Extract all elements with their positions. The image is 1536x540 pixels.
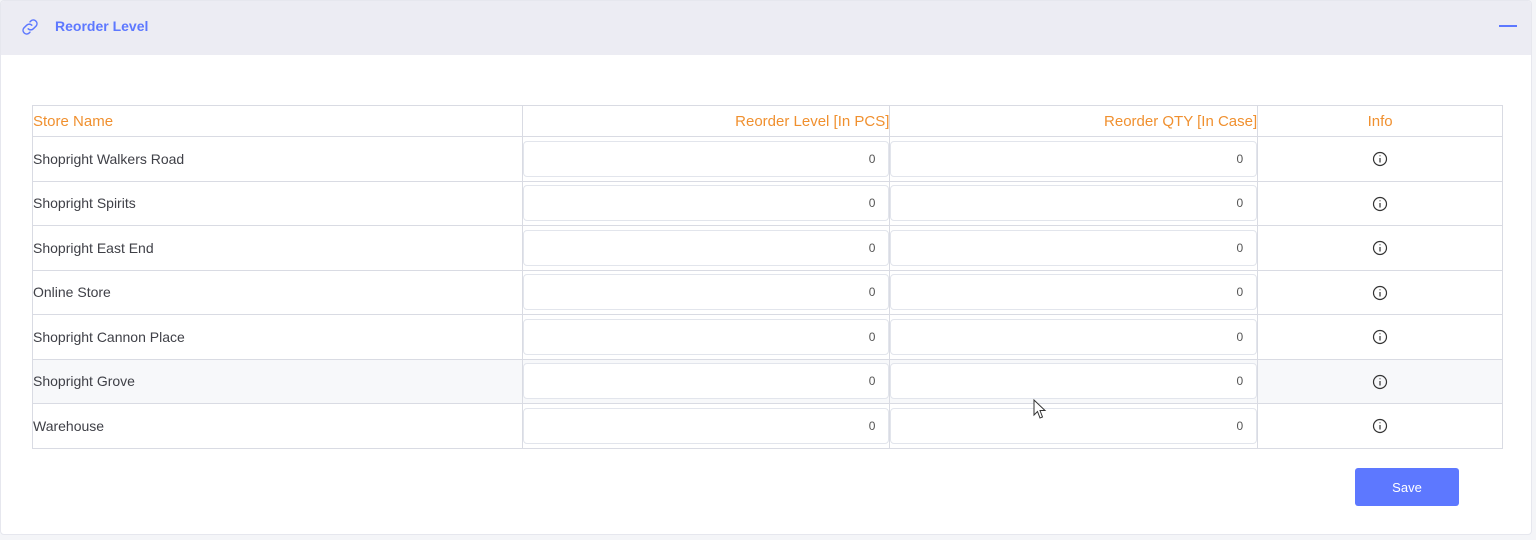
reorder-level-input[interactable] xyxy=(522,274,890,311)
store-name: Shopright Walkers Road xyxy=(32,136,523,182)
reorder-level-input[interactable] xyxy=(522,185,890,222)
reorder-qty-input[interactable] xyxy=(890,274,1258,311)
mouse-cursor-icon xyxy=(1033,399,1047,419)
reorder-qty-input[interactable] xyxy=(890,229,1258,266)
info-circle-icon[interactable] xyxy=(1372,151,1388,167)
header-info: Info xyxy=(1257,105,1503,137)
store-name: Online Store xyxy=(32,269,523,315)
reorder-level-input[interactable] xyxy=(522,407,890,444)
reorder-qty-input[interactable] xyxy=(890,363,1258,400)
panel-header: Reorder Level xyxy=(1,1,1531,55)
reorder-level-input[interactable] xyxy=(522,229,890,266)
panel-title: Reorder Level xyxy=(55,18,149,34)
reorder-level-input[interactable] xyxy=(522,363,890,400)
store-name: Shopright East End xyxy=(32,225,523,271)
reorder-qty-input[interactable] xyxy=(890,407,1258,444)
table-header-row: Store Name Reorder Level [In PCS] Reorde… xyxy=(32,105,1503,137)
save-button[interactable]: Save xyxy=(1355,468,1459,506)
store-name: Shopright Spirits xyxy=(32,180,523,226)
table-row: Shopright Spirits xyxy=(32,180,1503,226)
table-row: Shopright Cannon Place xyxy=(32,314,1503,360)
info-circle-icon[interactable] xyxy=(1372,240,1388,256)
store-name: Shopright Grove xyxy=(32,358,523,404)
reorder-qty-input[interactable] xyxy=(890,185,1258,222)
table-row: Online Store xyxy=(32,269,1503,315)
minus-icon[interactable] xyxy=(1499,25,1517,27)
info-circle-icon[interactable] xyxy=(1372,374,1388,390)
reorder-level-input[interactable] xyxy=(522,140,890,177)
info-circle-icon[interactable] xyxy=(1372,285,1388,301)
reorder-qty-input[interactable] xyxy=(890,140,1258,177)
reorder-level-input[interactable] xyxy=(522,318,890,355)
header-reorder-level: Reorder Level [In PCS] xyxy=(521,105,891,137)
header-store-name: Store Name xyxy=(32,105,523,137)
table-row: Shopright Walkers Road xyxy=(32,136,1503,182)
info-circle-icon[interactable] xyxy=(1372,329,1388,345)
header-reorder-qty: Reorder QTY [In Case] xyxy=(889,105,1259,137)
store-name: Warehouse xyxy=(32,403,523,449)
store-name: Shopright Cannon Place xyxy=(32,314,523,360)
info-circle-icon[interactable] xyxy=(1372,418,1388,434)
reorder-level-panel: Reorder Level Store Name Reorder Level [… xyxy=(0,0,1532,535)
table-row: Shopright East End xyxy=(32,225,1503,271)
reorder-qty-input[interactable] xyxy=(890,318,1258,355)
table-row: Warehouse xyxy=(32,403,1503,449)
table-row: Shopright Grove xyxy=(32,358,1503,404)
link-icon xyxy=(22,19,38,35)
reorder-table: Store Name Reorder Level [In PCS] Reorde… xyxy=(32,105,1503,449)
info-circle-icon[interactable] xyxy=(1372,196,1388,212)
